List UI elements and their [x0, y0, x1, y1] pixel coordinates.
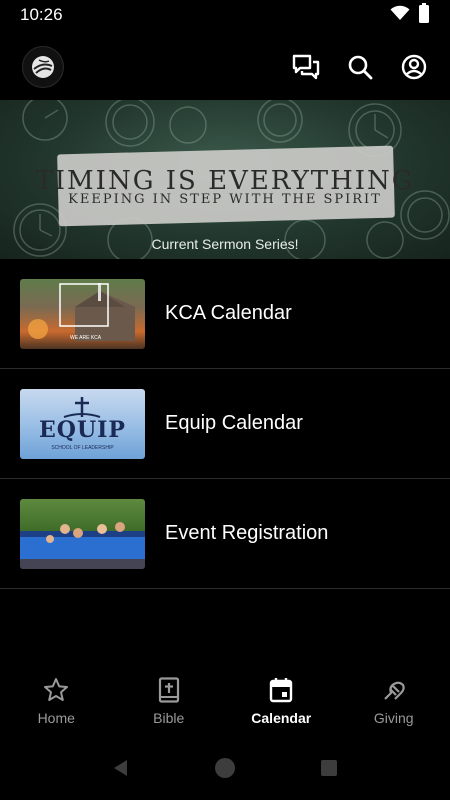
battery-icon	[418, 2, 430, 28]
recents-icon[interactable]	[319, 758, 339, 783]
nav-calendar[interactable]: Calendar	[225, 676, 338, 740]
nav-giving[interactable]: Giving	[338, 676, 450, 740]
app-header	[0, 44, 450, 90]
back-icon[interactable]	[111, 758, 131, 783]
church-logo[interactable]	[22, 46, 64, 88]
bottom-nav: Home Bible Calendar Giving	[0, 676, 450, 740]
banner-subtitle: KEEPING IN STEP WITH THE SPIRIT	[68, 192, 382, 207]
equip-calendar-label: Equip Calendar	[165, 412, 303, 434]
event-registration-label: Event Registration	[165, 522, 329, 544]
chat-icon[interactable]	[292, 53, 320, 81]
star-icon	[42, 676, 70, 704]
list-item-equip-calendar[interactable]: EQUIP SCHOOL OF LEADERSHIP Equip Calenda…	[0, 369, 450, 479]
search-icon[interactable]	[346, 53, 374, 81]
home-system-icon[interactable]	[214, 757, 236, 784]
bible-icon	[155, 676, 183, 704]
kca-calendar-label: KCA Calendar	[165, 302, 292, 324]
kca-thumbnail: WE ARE KCA	[20, 278, 145, 349]
wifi-icon	[390, 5, 410, 26]
header-actions	[292, 53, 428, 81]
equip-thumbnail: EQUIP SCHOOL OF LEADERSHIP	[20, 388, 145, 459]
event-thumbnail	[20, 498, 145, 569]
banner-caption: Current Sermon Series!	[151, 236, 299, 252]
nav-home[interactable]: Home	[0, 676, 113, 740]
status-time: 10:26	[20, 5, 63, 24]
logo-globe-icon	[32, 56, 54, 78]
system-navigation-bar	[0, 748, 450, 792]
equip-thumb-text: EQUIP	[39, 416, 126, 443]
calendar-icon	[267, 676, 295, 704]
equip-thumb-subtext: SCHOOL OF LEADERSHIP	[51, 444, 114, 451]
nav-home-label: Home	[37, 710, 75, 726]
status-bar: 10:26	[0, 0, 450, 30]
nav-calendar-label: Calendar	[251, 710, 312, 726]
nav-bible-label: Bible	[153, 710, 185, 726]
giving-icon	[380, 676, 408, 704]
status-icons	[390, 2, 430, 28]
list-item-kca-calendar[interactable]: WE ARE KCA KCA Calendar	[0, 259, 450, 369]
kca-thumb-text: WE ARE KCA	[70, 334, 102, 341]
nav-bible[interactable]: Bible	[113, 676, 226, 740]
list-item-event-registration[interactable]: Event Registration	[0, 479, 450, 589]
nav-giving-label: Giving	[373, 710, 414, 726]
account-icon[interactable]	[400, 53, 428, 81]
calendar-list: WE ARE KCA KCA Calendar EQUIP SCHOOL OF …	[0, 259, 450, 589]
